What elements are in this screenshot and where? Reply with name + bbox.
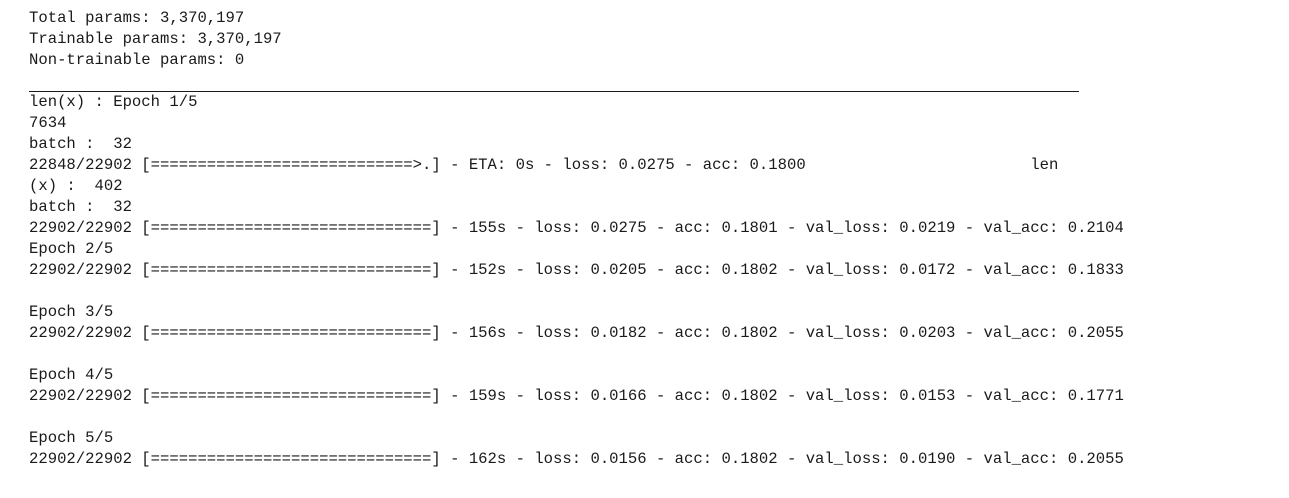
- training-log: len(x) : Epoch 1/5 7634 batch : 32 22848…: [29, 92, 1279, 470]
- epoch-header: Epoch 5/5: [29, 429, 114, 447]
- non-trainable-params-line: Non-trainable params: 0: [29, 51, 245, 69]
- epoch-result-line: 22902/22902 [===========================…: [29, 387, 1124, 405]
- log-line: (x) : 402: [29, 177, 123, 195]
- epoch-result-line: 22902/22902 [===========================…: [29, 450, 1124, 468]
- epoch-header: Epoch 3/5: [29, 303, 114, 321]
- model-summary: Total params: 3,370,197 Trainable params…: [29, 8, 1279, 71]
- epoch-result-line: 22902/22902 [===========================…: [29, 324, 1124, 342]
- progress-line: 22848/22902 [===========================…: [29, 156, 1059, 174]
- log-line: len(x) : Epoch 1/5: [29, 93, 198, 111]
- epoch-header: Epoch 4/5: [29, 366, 114, 384]
- log-line: batch : 32: [29, 198, 132, 216]
- epoch-result-line: 22902/22902 [===========================…: [29, 219, 1124, 237]
- epoch-result-line: 22902/22902 [===========================…: [29, 261, 1124, 279]
- trainable-params-line: Trainable params: 3,370,197: [29, 30, 282, 48]
- log-line: batch : 32: [29, 135, 132, 153]
- epoch-header: Epoch 2/5: [29, 240, 114, 258]
- log-line: 7634: [29, 114, 67, 132]
- total-params-line: Total params: 3,370,197: [29, 9, 245, 27]
